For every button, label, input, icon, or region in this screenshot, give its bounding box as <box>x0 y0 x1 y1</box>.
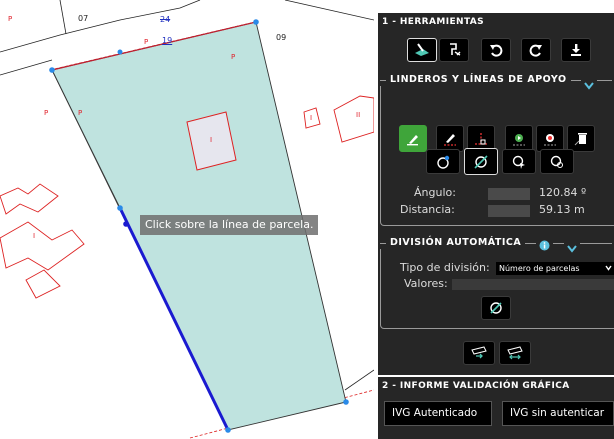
building-mark: P <box>231 53 236 61</box>
ivg-unauthenticated-button[interactable]: IVG sin autenticar <box>502 401 614 426</box>
building-mark: I <box>210 136 213 144</box>
vertex-handle[interactable] <box>117 49 123 55</box>
snap-vertex-button[interactable] <box>426 149 460 174</box>
draw-parcel-icon <box>415 43 429 56</box>
edit-parcel-icon <box>450 43 461 56</box>
division-type-value: Número de parcelas <box>499 264 580 273</box>
snap-edge-icon <box>474 154 488 169</box>
parcel-label-09: 09 <box>276 33 287 42</box>
values-input[interactable] <box>452 279 614 290</box>
distance-field[interactable] <box>488 205 530 217</box>
rotate-select-icon <box>550 155 563 168</box>
section1-title: 1 - HERRAMIENTAS <box>382 17 485 27</box>
record-point-icon <box>544 133 556 145</box>
dashed-pencil-icon <box>444 133 456 146</box>
merge-parcels-icon <box>471 346 487 359</box>
building-mark: P <box>44 109 49 117</box>
street-number-19: 19 <box>162 36 173 45</box>
auto-divide-button[interactable] <box>481 296 511 320</box>
building-mark: II <box>356 111 361 119</box>
division-type-label: Tipo de división: <box>400 261 490 274</box>
distance-value: 59.13 m <box>539 203 585 216</box>
division-type-select[interactable]: Número de parcelas <box>496 262 614 275</box>
split-parcels-icon <box>507 346 523 360</box>
record-point-button[interactable] <box>536 125 564 152</box>
auto-divide-icon <box>490 302 502 314</box>
ivg-authenticated-button[interactable]: IVG Autenticado <box>384 401 492 426</box>
tools-panel: 1 - HERRAMIENTAS LINDEROS Y LÍNEAS DE AP… <box>374 0 614 439</box>
undo-button[interactable] <box>481 38 511 62</box>
building-mark: P <box>78 109 83 117</box>
section2-title: 2 - INFORME VALIDACIÓN GRÁFICA <box>382 381 570 391</box>
delete-button[interactable] <box>567 125 595 152</box>
perpendicular-icon <box>475 132 487 145</box>
building-mark: P <box>8 15 13 23</box>
vertex-handle[interactable] <box>225 427 231 433</box>
draw-parcel-button[interactable] <box>407 38 437 62</box>
map-tooltip: Click sobre la línea de parcela. <box>140 215 319 235</box>
redo-button[interactable] <box>521 38 551 62</box>
delete-icon <box>574 132 587 145</box>
download-button[interactable] <box>561 38 591 62</box>
building-mark: I <box>310 114 313 122</box>
undo-icon <box>490 44 503 57</box>
play-point-button[interactable] <box>505 125 533 152</box>
vertex-handle[interactable] <box>49 67 55 73</box>
snap-edge-button[interactable] <box>464 148 498 175</box>
edit-parcel-button[interactable] <box>439 38 469 62</box>
redo-icon <box>529 44 542 57</box>
rotate-select-button[interactable] <box>540 149 574 174</box>
chevron-down-icon <box>605 262 612 275</box>
merge-parcels-button[interactable] <box>463 341 495 365</box>
vertex-handle[interactable] <box>343 399 349 405</box>
vertex-handle[interactable] <box>117 205 123 211</box>
street-number-24: 24 <box>160 15 171 24</box>
map-canvas[interactable]: 07 09 24 19 P P P P P I I II I Click sob… <box>0 0 374 439</box>
angle-value: 120.84 º <box>539 186 587 199</box>
vertex-handle[interactable] <box>253 19 259 25</box>
snap-vertex-icon <box>437 155 450 169</box>
select-button[interactable] <box>502 149 536 174</box>
linderos-title: LINDEROS Y LÍNEAS DE APOYO <box>386 74 571 85</box>
building-mark: I <box>33 232 36 240</box>
vertex-handle[interactable] <box>123 221 129 227</box>
download-icon <box>571 44 581 56</box>
distance-label: Distancia: <box>400 203 455 216</box>
dashed-pencil-button[interactable] <box>436 125 464 152</box>
pencil-icon <box>407 134 418 145</box>
angle-field[interactable] <box>488 188 530 200</box>
pencil-button[interactable] <box>399 125 427 152</box>
values-label: Valores: <box>404 277 448 290</box>
division-title: DIVISIÓN AUTOMÁTICA <box>386 237 526 248</box>
parcel-label-07: 07 <box>78 14 89 23</box>
angle-label: Ángulo: <box>414 186 456 199</box>
split-parcels-button[interactable] <box>499 341 531 365</box>
building-mark: P <box>144 38 149 46</box>
play-point-icon <box>513 133 525 145</box>
select-icon <box>512 155 525 169</box>
